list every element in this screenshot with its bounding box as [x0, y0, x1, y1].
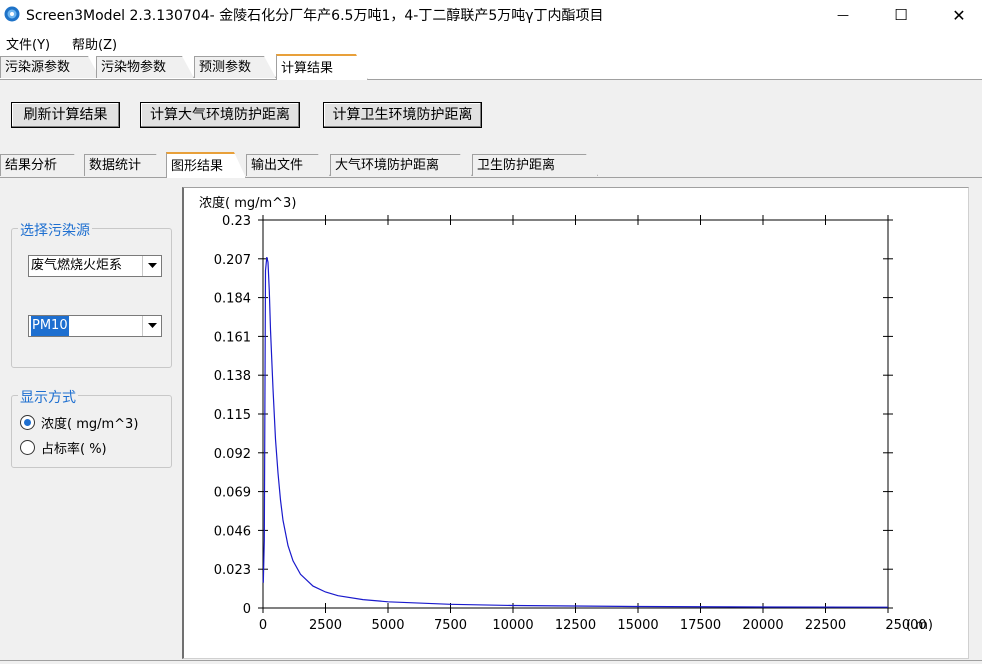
- display-group-title: 显示方式: [18, 387, 78, 407]
- y-tick-label: 0.092: [214, 447, 251, 462]
- status-divider: [0, 660, 982, 661]
- chevron-down-icon[interactable]: [142, 256, 161, 276]
- pollutant-dropdown-value: PM10: [31, 316, 69, 336]
- radio-concentration[interactable]: 浓度( mg/m^3): [20, 413, 138, 432]
- close-icon: ✕: [952, 5, 966, 25]
- y-tick-label: 0.23: [222, 214, 251, 229]
- y-tick-label: 0.115: [214, 408, 251, 423]
- window-title: Screen3Model 2.3.130704- 金陵石化分厂年产6.5万吨1，…: [26, 8, 604, 24]
- subtab-output-file[interactable]: 输出文件: [246, 154, 330, 176]
- y-tick-label: 0.161: [214, 330, 251, 345]
- menu-file[interactable]: 文件(Y): [6, 34, 50, 53]
- source-group-title: 选择污染源: [18, 220, 92, 240]
- y-tick-label: 0.184: [214, 292, 251, 307]
- source-select-group: 选择污染源 废气燃烧火炬系 PM10: [11, 220, 172, 368]
- x-tick-label: 5000: [371, 618, 404, 633]
- close-button[interactable]: ✕: [936, 0, 982, 30]
- maximize-button[interactable]: ☐: [878, 0, 924, 30]
- tab-prediction[interactable]: 预测参数: [194, 56, 276, 78]
- calc-health-distance-button[interactable]: 计算卫生环境防护距离: [323, 102, 482, 128]
- radio-ratio-label: 占标率( %): [41, 442, 107, 457]
- tab-results[interactable]: 计算结果: [276, 54, 368, 80]
- x-tick-label: 2500: [309, 618, 342, 633]
- display-mode-group: 显示方式 浓度( mg/m^3) 占标率( %): [11, 387, 172, 468]
- chart-ticks: 0 0.023 0.046 0.069 0.092 0.115 0.138 0.161 0.18…: [214, 214, 927, 633]
- tab-pollutant[interactable]: 污染物参数: [96, 56, 194, 78]
- refresh-results-button[interactable]: 刷新计算结果: [11, 102, 120, 128]
- menu-help[interactable]: 帮助(Z): [72, 34, 117, 53]
- x-tick-label: 20000: [742, 618, 783, 633]
- x-tick-label: 12500: [555, 618, 596, 633]
- y-tick-label: 0.207: [214, 253, 251, 268]
- x-tick-label: 15000: [617, 618, 658, 633]
- x-tick-label: 17500: [680, 618, 721, 633]
- main-tab-strip: 污染源参数 污染物参数 预测参数 计算结果: [0, 54, 982, 80]
- minimize-icon: —: [837, 8, 849, 22]
- radio-checked-icon: [20, 415, 35, 430]
- pollutant-dropdown[interactable]: PM10: [28, 315, 162, 337]
- y-axis-label: 浓度( mg/m^3): [199, 195, 296, 211]
- x-tick-label: 22500: [805, 618, 846, 633]
- y-tick-label: 0.069: [214, 486, 251, 501]
- concentration-chart: 0 0.023 0.046 0.069 0.092 0.115 0.138 0.161 0.18…: [199, 195, 933, 633]
- subtab-health-distance[interactable]: 卫生防护距离: [472, 154, 598, 176]
- subtab-analysis[interactable]: 结果分析: [0, 154, 86, 176]
- x-tick-label: 0: [259, 618, 267, 633]
- maximize-icon: ☐: [894, 6, 908, 24]
- subtab-statistics[interactable]: 数据统计: [84, 154, 168, 176]
- menu-bar: 文件(Y) 帮助(Z): [0, 30, 982, 54]
- x-axis-unit: ( m): [906, 618, 933, 633]
- tab-pollution-source[interactable]: 污染源参数: [0, 56, 100, 78]
- y-tick-label: 0.023: [214, 563, 251, 578]
- y-tick-label: 0: [243, 602, 251, 617]
- subtab-graph[interactable]: 图形结果: [166, 152, 246, 178]
- y-tick-label: 0.046: [214, 524, 251, 539]
- x-tick-label: 7500: [434, 618, 467, 633]
- radio-ratio[interactable]: 占标率( %): [20, 438, 107, 457]
- chart-frame: 0 0.023 0.046 0.069 0.092 0.115 0.138 0.161 0.18…: [182, 187, 969, 659]
- sub-tab-strip: 结果分析 数据统计 图形结果 输出文件 大气环境防护距离 卫生防护距离: [0, 152, 982, 178]
- plot-area: [262, 219, 889, 609]
- subtab-atmospheric-distance[interactable]: 大气环境防护距离: [330, 154, 472, 176]
- source-dropdown[interactable]: 废气燃烧火炬系: [28, 255, 162, 277]
- radio-concentration-label: 浓度( mg/m^3): [41, 417, 139, 432]
- radio-unchecked-icon: [20, 440, 35, 455]
- series-line: [262, 256, 889, 608]
- x-tick-label: 10000: [492, 618, 533, 633]
- app-icon: [4, 6, 20, 22]
- chevron-down-icon[interactable]: [142, 316, 161, 336]
- calc-atmospheric-distance-button[interactable]: 计算大气环境防护距离: [140, 102, 300, 128]
- source-dropdown-value: 废气燃烧火炬系: [31, 258, 123, 273]
- title-bar: Screen3Model 2.3.130704- 金陵石化分厂年产6.5万吨1，…: [0, 0, 982, 30]
- minimize-button[interactable]: —: [820, 0, 866, 30]
- y-tick-label: 0.138: [214, 369, 251, 384]
- sub-tab-divider: [0, 177, 982, 178]
